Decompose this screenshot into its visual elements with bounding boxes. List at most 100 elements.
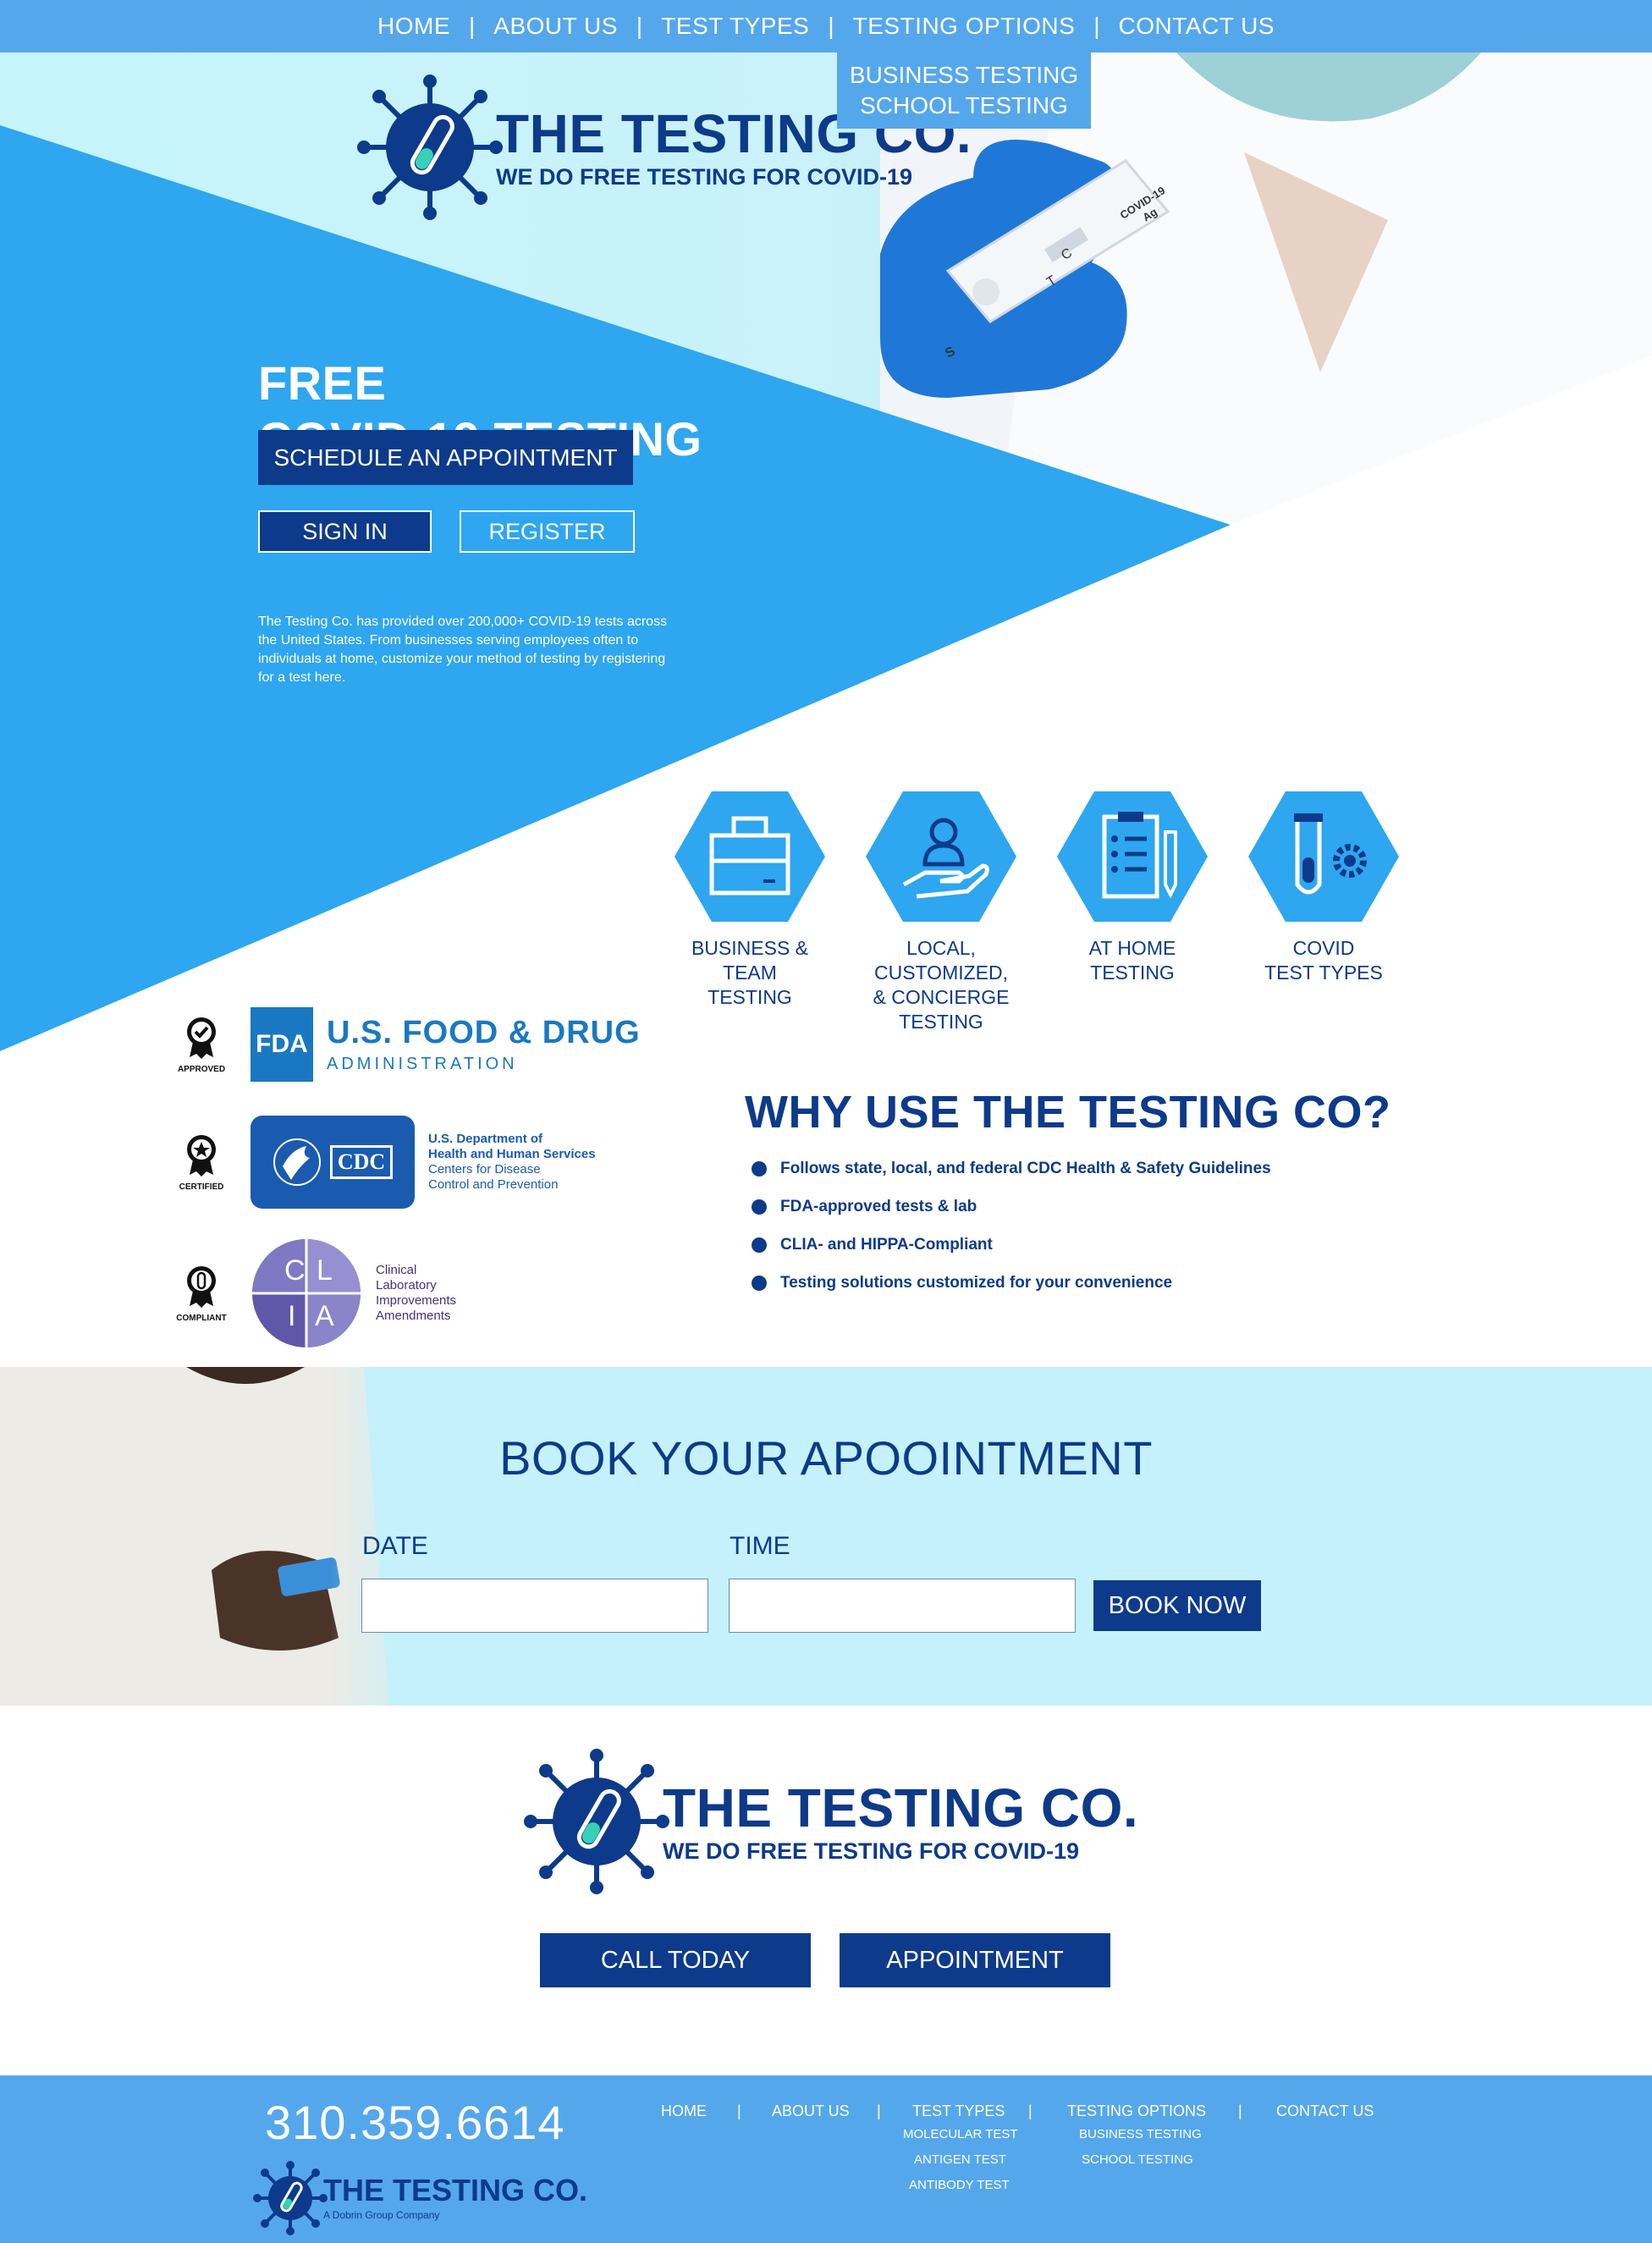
- service-at-home[interactable]: AT HOME TESTING: [1048, 791, 1217, 985]
- clia-line4: Amendments: [376, 1309, 451, 1323]
- footer-brand-name: THE TESTING CO.: [323, 2173, 588, 2207]
- certified-badge: CERTIFIED: [176, 1133, 227, 1192]
- ribbon-tube-icon: [187, 1266, 216, 1308]
- nav-about-us[interactable]: ABOUT US: [493, 13, 618, 40]
- cdc-credential: CERTIFIED CDC U.S. Department of Health …: [176, 1116, 596, 1209]
- cdc-block: CDC: [251, 1116, 415, 1209]
- footer-nav-separator: |: [1028, 2102, 1032, 2119]
- appointment-button[interactable]: APPOINTMENT: [840, 1933, 1110, 1987]
- book-now-button[interactable]: BOOK NOW: [1093, 1580, 1261, 1631]
- test-tube-gear-icon: [1248, 791, 1399, 922]
- service-label: AT HOME TESTING: [1088, 937, 1176, 984]
- call-today-button[interactable]: CALL TODAY: [540, 1933, 811, 1987]
- cta-brand[interactable]: THE TESTING CO. WE DO FREE TESTING FOR C…: [520, 1745, 1138, 1898]
- brand-name: THE TESTING CO.: [663, 1777, 1139, 1838]
- ribbon-star-icon: [187, 1135, 216, 1177]
- why-bullet: Follows state, local, and federal CDC He…: [752, 1160, 1271, 1198]
- time-label: TIME: [730, 1532, 790, 1560]
- dropdown-school-testing[interactable]: SCHOOL TESTING: [860, 92, 1068, 119]
- bullet-dot-icon: [752, 1276, 767, 1291]
- sign-in-button[interactable]: SIGN IN: [258, 510, 432, 553]
- hero-title-line1: FREE: [258, 356, 387, 410]
- nav-separator: |: [636, 13, 643, 39]
- virus-logo-icon: [357, 74, 503, 220]
- fda-mark: FDA: [251, 1007, 313, 1082]
- booking-title: BOOK YOUR APOOINTMENT: [499, 1431, 1153, 1485]
- nav-separator: |: [828, 13, 834, 39]
- why-bullet: Testing solutions customized for your co…: [752, 1274, 1271, 1312]
- footer-nav-test-types[interactable]: TEST TYPES: [912, 2102, 1005, 2120]
- bullet-text: Testing solutions customized for your co…: [780, 1274, 1173, 1292]
- svg-text:I: I: [288, 1300, 295, 1332]
- bullet-dot-icon: [752, 1237, 767, 1253]
- footer-sub-antibody-test[interactable]: ANTIBODY TEST: [909, 2178, 1010, 2192]
- why-list: Follows state, local, and federal CDC He…: [752, 1160, 1271, 1312]
- service-covid-test-types[interactable]: COVID TEST TYPES: [1239, 791, 1408, 985]
- nav-test-types[interactable]: TEST TYPES: [661, 13, 809, 40]
- virus-logo-icon: [253, 2161, 328, 2235]
- nav-contact-us[interactable]: CONTACT US: [1119, 13, 1275, 40]
- badge-label: COMPLIANT: [176, 1314, 227, 1323]
- nav-home[interactable]: HOME: [377, 13, 450, 40]
- why-bullet: FDA-approved tests & lab: [752, 1198, 1271, 1236]
- top-nav: HOME | ABOUT US | TEST TYPES | TESTING O…: [0, 0, 1652, 52]
- fda-credential: APPROVED FDA U.S. FOOD & DRUG ADMINISTRA…: [176, 1007, 641, 1082]
- approved-badge: APPROVED: [176, 1015, 227, 1074]
- footer-brand-tagline: A Dobrin Group Company: [323, 2209, 440, 2221]
- footer-sub-molecular-test[interactable]: MOLECULAR TEST: [903, 2127, 1018, 2141]
- cdc-line1: U.S. Department of: [428, 1132, 543, 1146]
- footer-nav-separator: |: [1238, 2102, 1242, 2119]
- footer-sub-business-testing[interactable]: BUSINESS TESTING: [1079, 2127, 1202, 2141]
- cdc-line4: Control and Prevention: [428, 1177, 559, 1192]
- dropdown-business-testing[interactable]: BUSINESS TESTING: [850, 62, 1078, 89]
- service-business-team[interactable]: BUSINESS & TEAM TESTING: [665, 791, 834, 1010]
- svg-text:L: L: [317, 1254, 333, 1287]
- why-bullet: CLIA- and HIPPA-Compliant: [752, 1236, 1271, 1274]
- footer-nav-separator: |: [737, 2102, 741, 2119]
- badge-label: CERTIFIED: [179, 1182, 224, 1192]
- footer-nav-testing-options[interactable]: TESTING OPTIONS: [1067, 2102, 1206, 2120]
- service-label: LOCAL, CUSTOMIZED, & CONCIERGE TESTING: [873, 937, 1010, 1033]
- clia-line3: Improvements: [376, 1293, 457, 1308]
- clia-logo: C L I A Clinical Laboratory Improvements…: [251, 1237, 456, 1349]
- footer-brand[interactable]: THE TESTING CO. A Dobrin Group Company: [252, 2160, 587, 2236]
- testing-options-dropdown: BUSINESS TESTING SCHOOL TESTING: [837, 52, 1091, 129]
- footer-nav-separator: |: [877, 2102, 881, 2119]
- bullet-text: CLIA- and HIPPA-Compliant: [780, 1236, 993, 1254]
- date-input[interactable]: [361, 1579, 708, 1633]
- ribbon-check-icon: [187, 1017, 216, 1059]
- footer-nav-contact-us[interactable]: CONTACT US: [1276, 2102, 1374, 2120]
- clia-credential: COMPLIANT C L I A Clinical Laboratory Im…: [176, 1237, 456, 1349]
- fda-logo: FDA U.S. FOOD & DRUG ADMINISTRATION: [251, 1007, 641, 1082]
- clipboard-icon: [1057, 791, 1208, 922]
- cdc-line3: Centers for Disease: [428, 1162, 541, 1177]
- footer-phone[interactable]: 310.359.6614: [265, 2095, 565, 2150]
- nav-testing-options[interactable]: TESTING OPTIONS: [853, 13, 1076, 40]
- briefcase-icon: [675, 791, 825, 922]
- time-input[interactable]: [729, 1579, 1076, 1633]
- service-local-concierge[interactable]: LOCAL, CUSTOMIZED, & CONCIERGE TESTING: [856, 791, 1026, 1034]
- svg-text:A: A: [315, 1300, 334, 1332]
- clia-line2: Laboratory: [376, 1278, 437, 1292]
- bullet-dot-icon: [752, 1161, 767, 1177]
- register-button[interactable]: REGISTER: [460, 510, 635, 553]
- virus-logo-icon: [524, 1749, 669, 1894]
- nav-separator: |: [469, 13, 476, 39]
- compliant-badge: COMPLIANT: [176, 1264, 227, 1323]
- footer-nav-home[interactable]: HOME: [661, 2102, 707, 2120]
- date-label: DATE: [362, 1532, 428, 1560]
- footer-sub-school-testing[interactable]: SCHOOL TESTING: [1082, 2152, 1193, 2167]
- nav-separator: |: [1093, 13, 1100, 39]
- schedule-appointment-button[interactable]: SCHEDULE AN APPOINTMENT: [258, 430, 633, 485]
- service-label: BUSINESS & TEAM TESTING: [691, 937, 809, 1008]
- service-label: COVID TEST TYPES: [1264, 937, 1383, 984]
- cdc-mark: CDC: [329, 1145, 394, 1179]
- footer-sub-antigen-test[interactable]: ANTIGEN TEST: [914, 2152, 1006, 2167]
- why-title: WHY USE THE TESTING CO?: [745, 1087, 1391, 1138]
- clia-line1: Clinical: [376, 1263, 417, 1277]
- clia-seal-icon: C L I A: [252, 1239, 361, 1347]
- footer: [0, 2075, 1652, 2243]
- booking-section: [0, 1367, 1652, 1706]
- fda-line2: ADMINISTRATION: [327, 1055, 518, 1073]
- footer-nav-about-us[interactable]: ABOUT US: [772, 2102, 850, 2120]
